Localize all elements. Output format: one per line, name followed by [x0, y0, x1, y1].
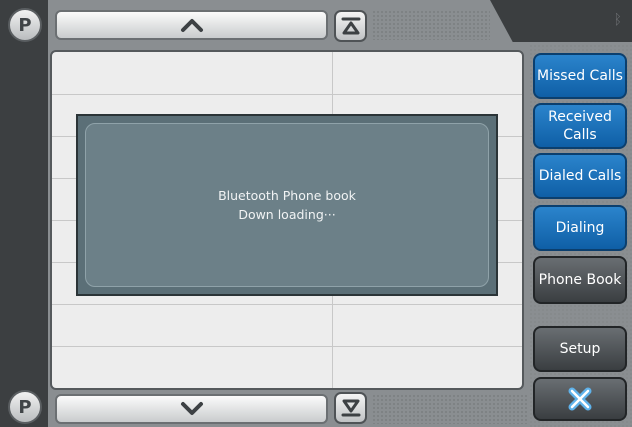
jump-to-top-icon [341, 17, 360, 35]
scroll-down-button[interactable] [55, 394, 328, 424]
close-icon [568, 387, 592, 411]
bottom-dotted-panel [372, 394, 528, 424]
p-label: P [18, 396, 32, 418]
top-dotted-panel [372, 10, 490, 40]
dialed-calls-button[interactable]: Dialed Calls [533, 153, 627, 199]
list-row[interactable] [52, 52, 522, 95]
jump-to-bottom-icon [341, 399, 360, 417]
p-label: P [18, 14, 32, 36]
phone-book-button[interactable]: Phone Book [533, 256, 627, 304]
dialog-status: Down loading··· [238, 207, 336, 222]
close-button[interactable] [533, 377, 627, 421]
list-row[interactable] [52, 304, 522, 347]
bottom-p-button[interactable]: P [8, 390, 42, 424]
left-rail [0, 0, 48, 427]
received-calls-button[interactable]: Received Calls [533, 103, 627, 149]
top-p-button[interactable]: P [8, 8, 42, 42]
bluetooth-icon: ᛒ [613, 12, 622, 28]
scroll-up-button[interactable] [55, 10, 328, 40]
missed-calls-button[interactable]: Missed Calls [533, 53, 627, 99]
dialog-title: Bluetooth Phone book [218, 188, 356, 203]
chevron-up-icon [180, 19, 203, 32]
dialing-button[interactable]: Dialing [533, 205, 627, 251]
status-corner: ᛒ [490, 0, 632, 42]
dialog-body: Bluetooth Phone book Down loading··· [85, 123, 489, 287]
list-row[interactable] [52, 346, 522, 388]
download-dialog: Bluetooth Phone book Down loading··· [76, 114, 498, 296]
setup-button[interactable]: Setup [533, 326, 627, 372]
chevron-down-icon [180, 402, 203, 415]
jump-to-bottom-button[interactable] [334, 392, 367, 424]
jump-to-top-button[interactable] [334, 10, 367, 42]
